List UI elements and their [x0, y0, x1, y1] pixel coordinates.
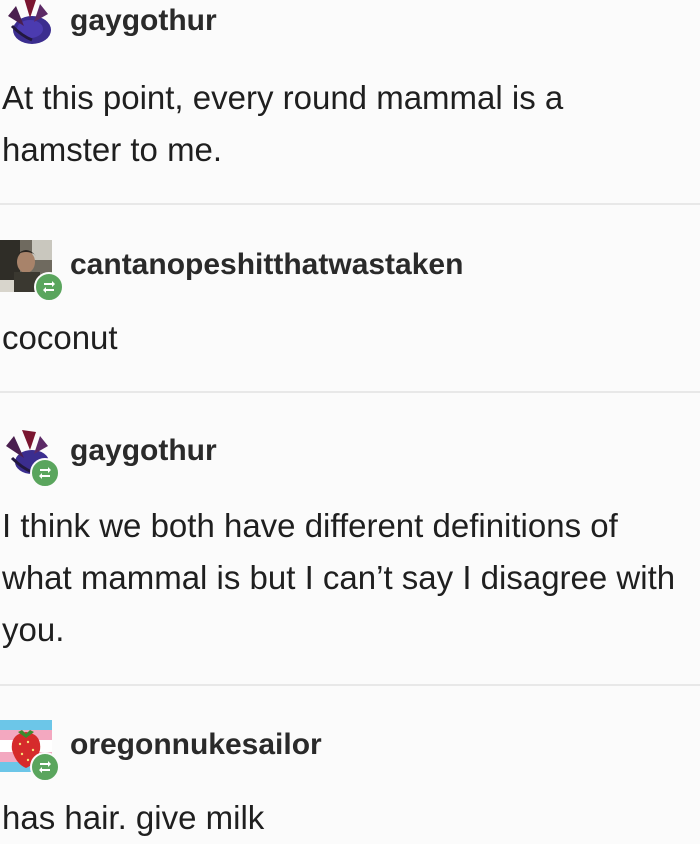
post-body-text: At this point, every round mammal is a h… — [2, 79, 564, 168]
post-divider — [0, 203, 700, 205]
post-divider — [0, 684, 700, 686]
post-divider — [0, 391, 700, 393]
post-username[interactable]: oregonnukesailor — [70, 728, 322, 762]
reblog-icon — [30, 458, 60, 488]
post-username[interactable]: cantanopeshitthatwastaken — [70, 248, 463, 282]
post-body-text: has hair. give milk — [2, 799, 265, 836]
reblog-icon — [34, 272, 64, 302]
post-username[interactable]: gaygothur — [70, 4, 217, 38]
post-body-text: coconut — [2, 319, 118, 356]
tumblr-thread: gaygothur At this point, every round mam… — [0, 0, 700, 836]
bat-creature-icon[interactable] — [2, 0, 54, 48]
reblog-icon — [30, 752, 60, 782]
post-body-text: I think we both have different definitio… — [2, 507, 676, 648]
post-username[interactable]: gaygothur — [70, 434, 217, 468]
